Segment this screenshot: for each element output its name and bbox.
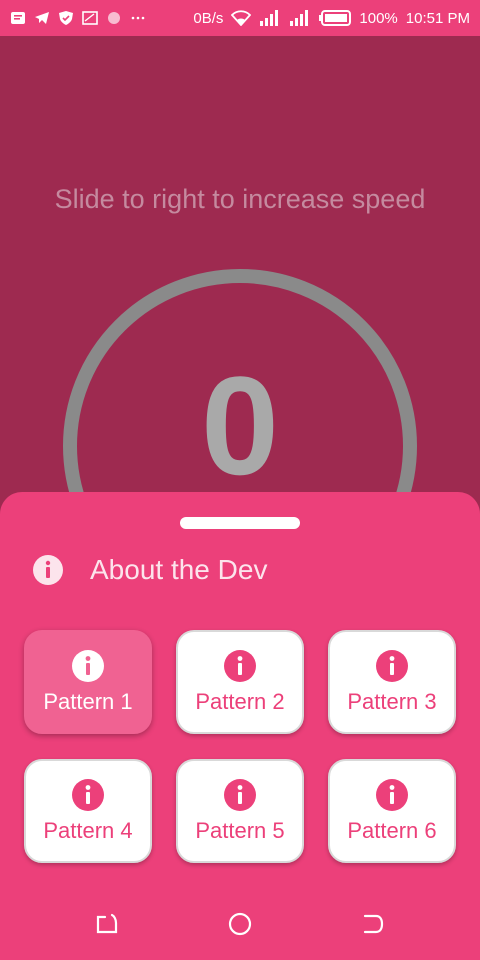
about-dev-label: About the Dev [90,554,268,585]
status-bar: 0B/s 100% 10:51 PM [0,0,480,36]
recents-icon[interactable] [93,910,121,938]
pattern-label: Pattern 3 [347,689,437,714]
sheet-drag-handle[interactable] [180,517,300,529]
more-icon [131,16,145,20]
info-icon [33,555,63,585]
battery-percent: 100% [359,9,398,27]
pattern-5-button[interactable]: Pattern 5 [176,759,304,863]
speed-value: 0 [201,347,279,504]
info-icon [376,779,408,811]
info-icon [376,650,408,682]
pattern-label: Pattern 4 [43,818,133,843]
clock: 10:51 PM [405,9,470,27]
about-dev-button[interactable]: About the Dev [32,550,267,590]
home-icon[interactable] [226,910,254,938]
info-icon [224,650,256,682]
message-icon [11,12,25,24]
pattern-6-button[interactable]: Pattern 6 [328,759,456,863]
back-icon[interactable] [359,910,387,938]
pattern-label: Pattern 1 [43,689,133,714]
notification-icons [10,11,146,25]
info-icon [72,650,104,682]
record-icon [108,12,120,24]
pattern-3-button[interactable]: Pattern 3 [328,630,456,734]
pattern-label: Pattern 2 [195,689,285,714]
navigation-bar [0,896,480,952]
speed-hint: Slide to right to increase speed [54,184,426,214]
system-indicators: 0B/s 100% 10:51 PM [193,10,470,27]
cast-icon [82,11,98,25]
info-icon [72,779,104,811]
pattern-label: Pattern 5 [195,818,285,843]
signal-icon [290,10,309,26]
signal-icon [260,10,279,26]
pattern-label: Pattern 6 [347,818,437,843]
pattern-1-button[interactable]: Pattern 1 [24,630,152,734]
shield-icon [59,11,73,25]
pattern-2-button[interactable]: Pattern 2 [176,630,304,734]
info-icon [224,779,256,811]
wifi-icon [231,10,252,26]
bottom-sheet: About the Dev Pattern 1 Pattern 2 Patter… [0,492,480,960]
battery-icon [319,10,352,26]
telegram-icon [35,12,49,24]
pattern-4-button[interactable]: Pattern 4 [24,759,152,863]
net-speed: 0B/s [193,9,224,27]
